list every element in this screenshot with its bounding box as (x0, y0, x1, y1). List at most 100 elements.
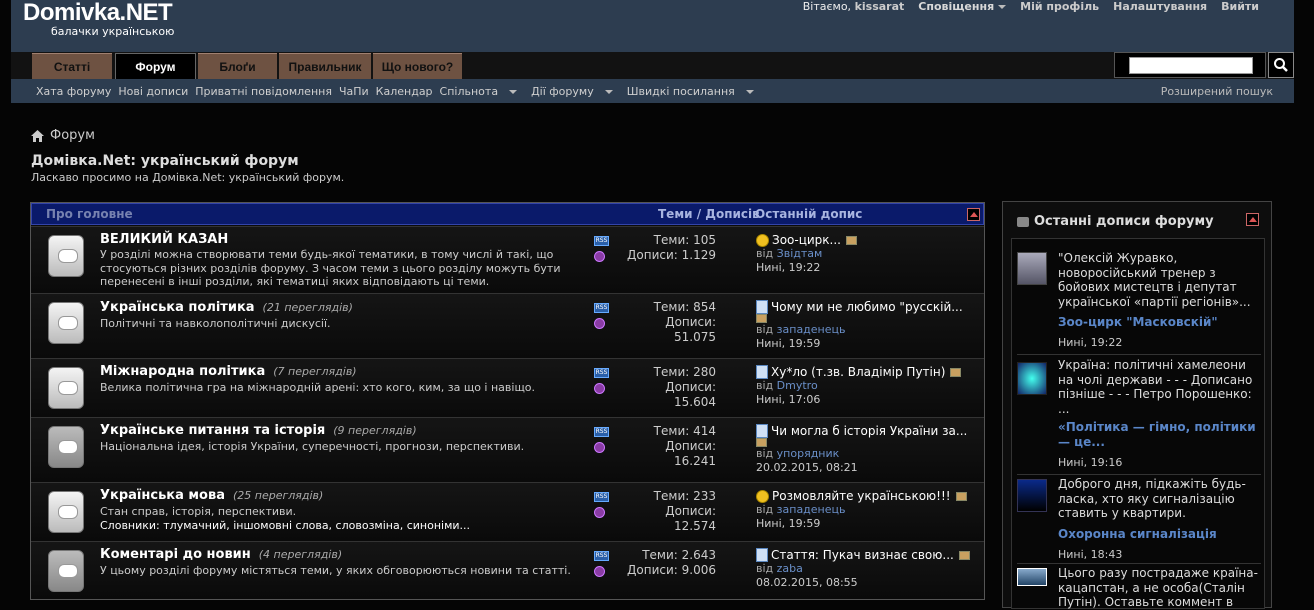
avatar[interactable] (1017, 479, 1047, 512)
forum-title[interactable]: ВЕЛИКИЙ КАЗАН (100, 232, 228, 247)
recent-posts-title: Останні дописи форуму (1034, 214, 1214, 229)
rss-icon[interactable]: RSS (594, 492, 609, 502)
subnav-faq[interactable]: ЧаПи (339, 85, 369, 98)
last-post-date: Нині, 19:59 (756, 517, 821, 530)
subnav-quick-links[interactable]: Швидкі посилання (627, 85, 761, 98)
tab-forum[interactable]: Форум (115, 53, 196, 79)
rss-icon[interactable]: RSS (594, 303, 609, 313)
view-count: (25 переглядів) (232, 489, 324, 502)
advanced-search-link[interactable]: Розширений пошук (1161, 85, 1273, 98)
tab-articles[interactable]: Статті (32, 53, 112, 79)
forum-title[interactable]: Українська політика (21 переглядів) (100, 300, 353, 315)
avatar[interactable] (1017, 252, 1047, 285)
subforum-links[interactable]: Словники: тлумачний, іншомовні слова, сл… (100, 519, 580, 533)
avatar[interactable] (1017, 362, 1047, 395)
last-post-title[interactable]: Зоо-цирк... (772, 233, 841, 247)
subscribe-icon[interactable] (594, 251, 605, 262)
settings-link[interactable]: Налаштування (1113, 0, 1207, 13)
site-logo[interactable]: Domivka.NET балачки українською (23, 0, 174, 38)
forum-title[interactable]: Українська мова (25 переглядів) (100, 488, 323, 503)
category-title[interactable]: Про головне (46, 207, 133, 221)
last-post-user[interactable]: Dmytro (777, 379, 818, 392)
tab-rules[interactable]: Правильник (279, 53, 371, 79)
subnav-calendar[interactable]: Календар (376, 85, 433, 98)
forum-row: Українська мова (25 переглядів) Стан спра… (31, 482, 984, 541)
subscribe-icon[interactable] (594, 442, 605, 453)
forum-description: У розділі можна створювати теми будь-яко… (100, 248, 561, 288)
last-post-title[interactable]: Чому ми не любимо "русскій... (771, 300, 963, 314)
post-count: Дописи: (665, 504, 716, 518)
avatar[interactable] (1017, 568, 1047, 586)
rss-icon[interactable]: RSS (594, 427, 609, 437)
username-link[interactable]: kissarat (855, 0, 905, 13)
page-title: Домівка.Net: український форум (31, 153, 299, 169)
subnav-forum-actions[interactable]: Дії форуму (531, 85, 620, 98)
subnav-forum-actions-label: Дії форуму (531, 84, 594, 98)
last-post-user[interactable]: западенець (777, 503, 846, 516)
subscribe-icon[interactable] (594, 566, 605, 577)
logo-text: Domivka.NET (23, 0, 173, 26)
forum-status-icon (48, 235, 84, 277)
last-post-title[interactable]: Чи могла б історія України за... (771, 424, 967, 438)
forum-description: Політичні та навколополітичні дискусії. (100, 317, 331, 330)
last-post-user[interactable]: Звідтам (777, 247, 823, 260)
subscribe-icon[interactable] (594, 507, 605, 518)
subnav-community[interactable]: Спільнота (440, 85, 525, 98)
go-to-post-icon[interactable] (756, 314, 767, 323)
rss-icon[interactable]: RSS (594, 236, 609, 246)
subnav-forum-home[interactable]: Хата форуму (36, 85, 111, 98)
recent-post-thread-link[interactable]: Охоронна сигналізація (1058, 527, 1258, 542)
topic-count: Теми: 2.643 (642, 548, 716, 562)
notifications-menu[interactable]: Сповіщення (918, 0, 1007, 13)
tab-blogs[interactable]: Блоґи (198, 53, 277, 79)
forum-description-line: Стан справ, історія, перспективи. (100, 505, 297, 518)
go-to-post-icon[interactable] (950, 367, 962, 377)
forum-title[interactable]: Міжнародна політика (7 переглядів) (100, 364, 357, 379)
forum-title[interactable]: Українське питання та історія (9 перегляд… (100, 423, 417, 438)
rss-icon[interactable]: RSS (594, 368, 609, 378)
forum-status-icon (48, 491, 84, 533)
subnav-private-messages[interactable]: Приватні повідомлення (195, 85, 332, 98)
profile-link[interactable]: Мій профіль (1020, 0, 1099, 13)
subscribe-icon[interactable] (594, 383, 605, 394)
subnav-new-posts[interactable]: Нові дописи (118, 85, 188, 98)
topic-count: Теми: 105 (653, 233, 716, 247)
go-to-post-icon[interactable] (955, 491, 967, 501)
topic-count: Теми: 854 (653, 300, 716, 314)
search-input[interactable] (1129, 57, 1253, 74)
last-post-title[interactable]: Розмовляйте українською!!! (772, 489, 951, 503)
go-to-post-icon[interactable] (845, 235, 857, 245)
last-post-title[interactable]: Стаття: Пукач визнає свою... (771, 548, 954, 562)
forum-title-text: Міжнародна політика (100, 364, 266, 379)
document-icon (756, 300, 768, 314)
by-label: від (756, 247, 774, 260)
search-button[interactable] (1268, 52, 1294, 78)
last-post-user[interactable]: zaba (777, 562, 803, 575)
rss-icon[interactable]: RSS (594, 551, 609, 561)
last-post: Розмовляйте українською!!! від западенец… (756, 489, 981, 531)
last-post-title[interactable]: Ху*ло (т.зв. Владімір Путін) (771, 365, 945, 379)
collapse-icon[interactable] (967, 208, 980, 221)
home-icon[interactable] (31, 129, 44, 142)
forum-status-icon (48, 302, 84, 344)
collapse-icon[interactable] (1246, 213, 1259, 226)
page-subtitle: Ласкаво просимо на Домівка.Net: українсь… (31, 171, 345, 184)
forum-list: Про головне Теми / Дописів Останній допи… (30, 202, 985, 600)
forum-stats: Теми: 280 Дописи: 15.604 (654, 365, 716, 410)
forum-title-text: Українська мова (100, 488, 225, 503)
subscribe-icon[interactable] (594, 318, 605, 329)
recent-post-thread-link[interactable]: Зоо-цирк "Масковскій" (1058, 315, 1258, 330)
last-post-user[interactable]: западенець (777, 323, 846, 336)
recent-post-thread-link[interactable]: «Політика — гімно, політики — це... (1058, 420, 1258, 450)
tab-whats-new[interactable]: Що нового? (373, 53, 462, 79)
last-post-user[interactable]: упорядник (777, 447, 840, 460)
site-header: Domivka.NET балачки українською Вітаємо,… (11, 0, 1294, 52)
last-post-date: Нині, 19:22 (756, 261, 821, 274)
recent-posts-header: Останні дописи форуму (1017, 214, 1214, 229)
go-to-post-icon[interactable] (958, 550, 970, 560)
go-to-post-icon[interactable] (756, 438, 767, 447)
breadcrumb-forum[interactable]: Форум (50, 128, 95, 143)
forum-title[interactable]: Коментарі до новин (4 переглядів) (100, 547, 342, 562)
post-count: Дописи: 1.129 (627, 248, 716, 262)
logout-link[interactable]: Вийти (1221, 0, 1259, 13)
